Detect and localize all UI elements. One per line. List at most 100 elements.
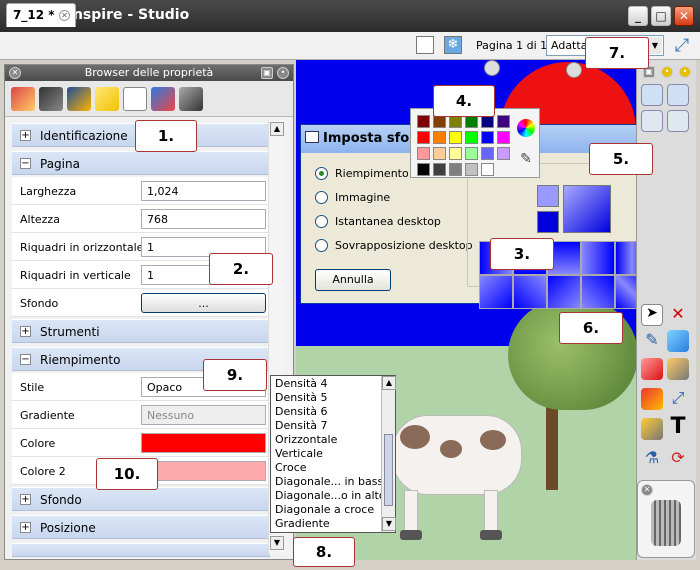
gradient-option[interactable] xyxy=(581,241,615,275)
gradient-option[interactable] xyxy=(581,275,615,309)
dashboard-icon[interactable] xyxy=(667,84,689,106)
section-pagina[interactable]: − Pagina xyxy=(12,151,270,175)
swatch[interactable] xyxy=(433,147,446,160)
fullscreen-icon[interactable]: ⤢ xyxy=(672,36,692,56)
main-menu-icon[interactable] xyxy=(641,84,663,106)
list-item[interactable]: Croce xyxy=(275,461,307,475)
gradient-option[interactable] xyxy=(513,275,547,309)
close-tab-icon[interactable]: ✕ xyxy=(59,10,70,21)
swatch[interactable] xyxy=(481,163,494,176)
notes-browser-icon[interactable] xyxy=(95,87,119,111)
swatch[interactable] xyxy=(465,163,478,176)
scroll-up-icon[interactable]: ▲ xyxy=(270,122,284,136)
color1-swatch[interactable] xyxy=(537,185,559,207)
section-posizione[interactable]: + Posizione xyxy=(12,515,270,539)
list-item[interactable]: Orizzontale xyxy=(275,433,337,447)
section-strumenti[interactable]: + Strumenti xyxy=(12,319,270,343)
close-window-button[interactable]: ✕ xyxy=(674,6,694,26)
swatch[interactable] xyxy=(417,115,430,128)
select-tool-icon[interactable]: ➤ xyxy=(641,304,663,326)
scroll-down-icon[interactable]: ▼ xyxy=(270,536,284,550)
desktop-icon[interactable] xyxy=(667,110,689,132)
swatch[interactable] xyxy=(497,147,510,160)
fill-tool-icon[interactable]: ⚗ xyxy=(641,448,663,470)
list-item[interactable]: Gradiente xyxy=(275,517,330,531)
annulla-button[interactable]: Annulla xyxy=(315,269,391,291)
pages-browser-icon[interactable] xyxy=(11,87,35,111)
list-item[interactable]: Densità 4 xyxy=(275,377,328,391)
property-browser-icon[interactable] xyxy=(123,87,147,111)
toolbox-close-icon[interactable]: • xyxy=(679,66,691,78)
document-tab[interactable]: 7_12 * ✕ xyxy=(6,3,76,27)
larghezza-field[interactable]: 1,024 xyxy=(141,181,266,201)
eyedropper-icon[interactable]: ✎ xyxy=(517,151,535,169)
shape-tool-icon[interactable] xyxy=(641,388,663,410)
connector-tool-icon[interactable]: ⤢ xyxy=(667,388,689,410)
swatch[interactable] xyxy=(465,131,478,144)
toolbox-pin-icon[interactable]: • xyxy=(661,66,673,78)
scroll-down-icon[interactable]: ▼ xyxy=(382,517,396,531)
swatch[interactable] xyxy=(433,163,446,176)
colore2-swatch[interactable] xyxy=(141,461,266,481)
trash-bin-icon[interactable] xyxy=(651,500,681,546)
color2-swatch[interactable] xyxy=(537,211,559,233)
undo-redo-icon[interactable]: ⟳ xyxy=(667,448,689,470)
minimize-button[interactable]: _ xyxy=(628,6,648,26)
colore-swatch[interactable] xyxy=(141,433,266,453)
altezza-field[interactable]: 768 xyxy=(141,209,266,229)
radio-immagine[interactable] xyxy=(315,191,328,204)
swatch[interactable] xyxy=(497,115,510,128)
swatch[interactable] xyxy=(449,163,462,176)
object-browser-icon[interactable] xyxy=(67,87,91,111)
swatch[interactable] xyxy=(481,131,494,144)
resize-handle-right[interactable] xyxy=(566,62,582,78)
page-browser-icon[interactable] xyxy=(641,110,663,132)
list-item[interactable]: Densità 7 xyxy=(275,419,328,433)
section-sfondo[interactable]: + Sfondo xyxy=(12,487,270,511)
magic-ink-icon[interactable] xyxy=(667,358,689,380)
swatch[interactable] xyxy=(497,131,510,144)
swatch[interactable] xyxy=(433,131,446,144)
resource-browser-icon[interactable] xyxy=(39,87,63,111)
radio-riempimento[interactable] xyxy=(315,167,328,180)
swatch[interactable] xyxy=(481,147,494,160)
swatch[interactable] xyxy=(465,147,478,160)
gradient-option[interactable] xyxy=(479,275,513,309)
voting-browser-icon[interactable] xyxy=(179,87,203,111)
trash-panel-close-icon[interactable]: ✕ xyxy=(641,484,653,496)
swatch[interactable] xyxy=(449,131,462,144)
swatch[interactable] xyxy=(449,147,462,160)
list-item[interactable]: Diagonale...o in alto xyxy=(275,489,386,503)
radio-istantanea[interactable] xyxy=(315,215,328,228)
list-item[interactable]: Densità 5 xyxy=(275,391,328,405)
action-browser-icon[interactable] xyxy=(151,87,175,111)
swatch[interactable] xyxy=(417,147,430,160)
swatch[interactable] xyxy=(417,131,430,144)
gradient-option[interactable] xyxy=(547,275,581,309)
list-item[interactable]: Densità 6 xyxy=(275,405,328,419)
list-item[interactable]: Verticale xyxy=(275,447,323,461)
text-tool-icon[interactable]: T xyxy=(667,416,689,438)
resize-handle-left[interactable] xyxy=(484,60,500,76)
pin-panel-icon[interactable]: • xyxy=(277,67,289,79)
sfondo-button[interactable]: ... xyxy=(141,293,266,313)
close-panel-icon[interactable]: ✕ xyxy=(9,67,21,79)
page-view-icon[interactable] xyxy=(416,36,434,54)
swatch[interactable] xyxy=(417,163,430,176)
color-wheel-icon[interactable] xyxy=(517,119,535,137)
list-item[interactable]: Diagonale... in basso xyxy=(275,475,390,489)
highlighter-tool-icon[interactable] xyxy=(667,330,689,352)
maximize-button[interactable]: □ xyxy=(651,6,671,26)
list-item[interactable]: Diagonale a croce xyxy=(275,503,374,517)
radio-sovrapposizione[interactable] xyxy=(315,239,328,252)
snowflake-icon[interactable]: ❄ xyxy=(444,36,462,54)
scroll-up-icon[interactable]: ▲ xyxy=(382,376,396,390)
clip-tool-icon[interactable] xyxy=(641,418,663,440)
delete-tool-icon[interactable]: ✕ xyxy=(667,304,689,326)
list-scrollbar[interactable]: ▲ ▼ xyxy=(381,376,396,532)
pen-tool-icon[interactable]: ✎ xyxy=(641,330,663,352)
dock-panel-icon[interactable]: ▣ xyxy=(261,67,273,79)
eraser-tool-icon[interactable] xyxy=(641,358,663,380)
gradiente-select[interactable]: Nessuno xyxy=(141,405,266,425)
scroll-thumb[interactable] xyxy=(384,434,393,506)
